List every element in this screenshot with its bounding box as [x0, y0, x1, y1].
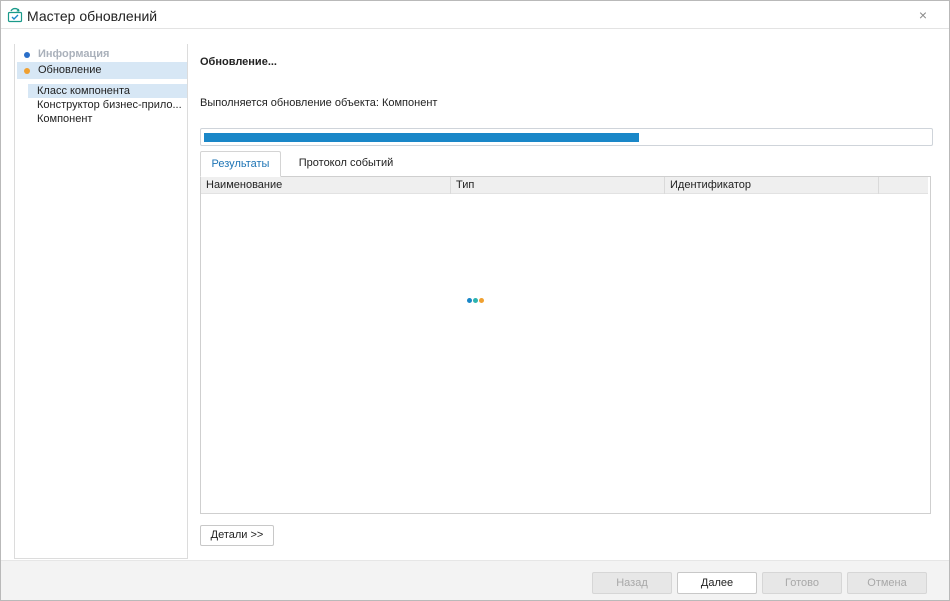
column-header-name[interactable]: Наименование [201, 177, 451, 194]
grid-header: Наименование Тип Идентификатор [201, 177, 928, 194]
progress-fill [204, 133, 639, 142]
title-bar: Мастер обновлений × [1, 1, 949, 29]
update-wizard-window: Мастер обновлений × Информация Обновлени… [0, 0, 950, 601]
back-button[interactable]: Назад [592, 572, 672, 594]
close-icon[interactable]: × [919, 7, 927, 23]
step-label: Обновление [38, 64, 102, 76]
column-header-type[interactable]: Тип [451, 177, 665, 194]
cancel-button[interactable]: Отмена [847, 572, 927, 594]
step-label: Информация [38, 48, 110, 60]
status-text: Выполняется обновление объекта: Компонен… [200, 97, 438, 109]
column-header-identifier[interactable]: Идентификатор [665, 177, 879, 194]
page-title: Обновление... [200, 56, 277, 68]
details-button[interactable]: Детали >> [200, 525, 274, 546]
step-current-dot-icon [24, 68, 30, 74]
results-grid[interactable]: Наименование Тип Идентификатор [200, 176, 931, 514]
substep-component[interactable]: Компонент [28, 112, 187, 126]
column-header-empty [879, 177, 928, 194]
step-done-dot-icon [24, 52, 30, 58]
substep-list: Класс компонента Конструктор бизнес-прил… [28, 84, 187, 126]
tab-event-log[interactable]: Протокол событий [281, 151, 411, 177]
loading-spinner-icon [467, 298, 487, 304]
done-button[interactable]: Готово [762, 572, 842, 594]
update-wizard-icon [7, 7, 23, 23]
window-title: Мастер обновлений [27, 8, 158, 24]
substep-component-class[interactable]: Класс компонента [28, 84, 187, 98]
step-update[interactable]: Обновление [17, 62, 187, 79]
substep-business-app-designer[interactable]: Конструктор бизнес-прило... [28, 98, 187, 112]
tab-results[interactable]: Результаты [200, 151, 281, 177]
next-button[interactable]: Далее [677, 572, 757, 594]
wizard-steps-panel: Информация Обновление Класс компонента К… [14, 44, 188, 559]
step-information[interactable]: Информация [17, 46, 187, 63]
progress-bar [200, 128, 933, 146]
footer-bar: Назад Далее Готово Отмена [1, 560, 949, 600]
